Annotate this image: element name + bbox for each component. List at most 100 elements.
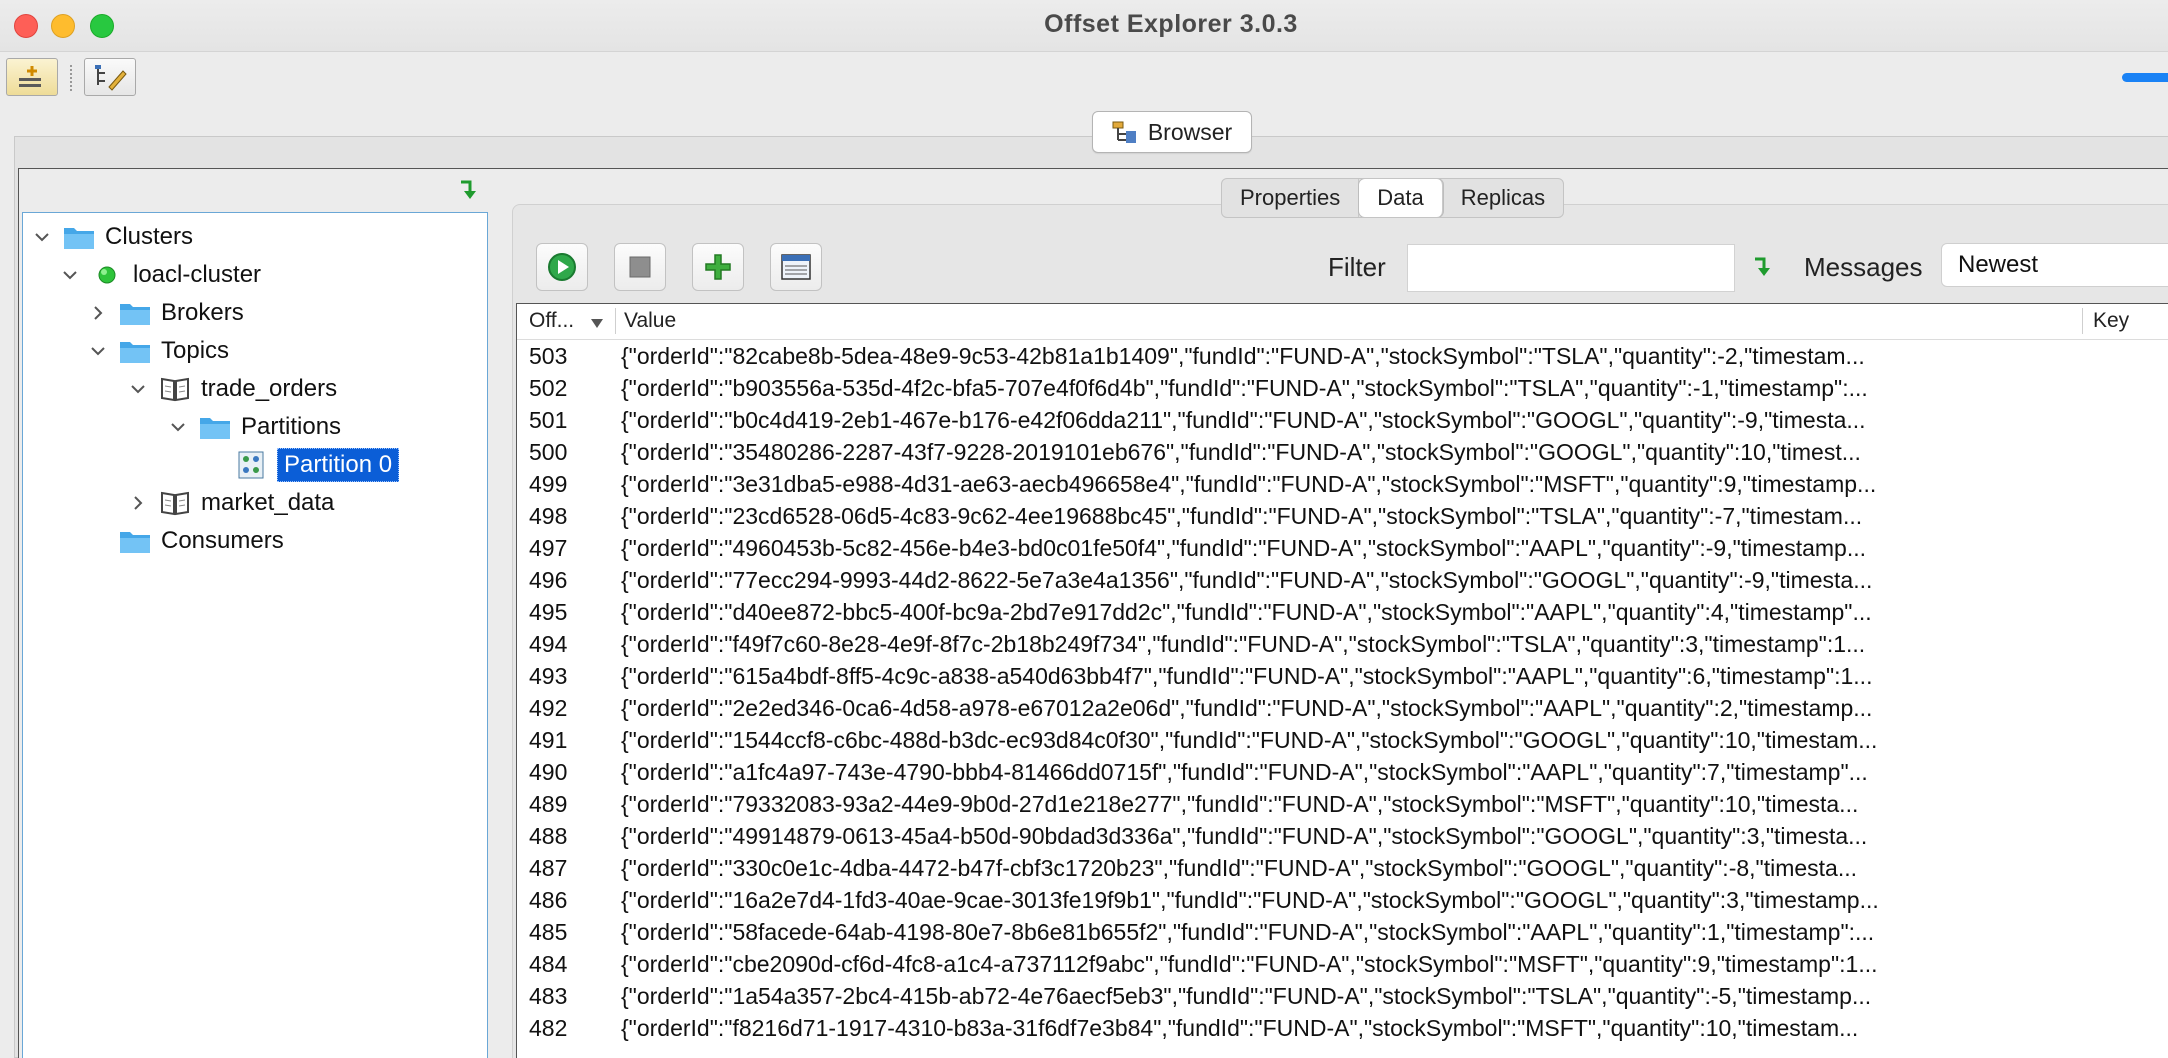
messages-label: Messages [1804, 252, 1923, 282]
add-cluster-icon [19, 66, 41, 87]
chevron-right-icon[interactable] [87, 302, 109, 324]
main-toolbar [0, 53, 2168, 103]
play-icon [548, 253, 576, 281]
column-divider[interactable] [615, 308, 616, 334]
value-cell: {"orderId":"d40ee872-bbc5-400f-bc9a-2bd7… [621, 599, 1872, 625]
tree-label: loacl-cluster [133, 261, 262, 288]
chevron-down-icon[interactable] [167, 416, 189, 438]
table-row[interactable]: 500 {"orderId":"35480286-2287-43f7-9228-2… [517, 436, 2168, 468]
tree-label: Brokers [161, 299, 244, 326]
value-cell: {"orderId":"16a2e7d4-1fd3-40ae-9cae-3013… [621, 887, 1879, 913]
folder-icon [199, 413, 231, 441]
value-cell: {"orderId":"615a4bdf-8ff5-4c9c-a838-a540… [621, 663, 1873, 689]
chevron-down-icon[interactable] [127, 378, 149, 400]
tree-node-topics[interactable]: Topics [87, 333, 229, 369]
edit-tree-icon [95, 65, 127, 91]
table-row[interactable]: 485 {"orderId":"58facede-64ab-4198-80e7-8… [517, 916, 2168, 948]
filter-label: Filter [1328, 252, 1386, 282]
message-view-button[interactable] [770, 243, 822, 291]
tree-node-cluster[interactable]: loacl-cluster [59, 257, 261, 293]
column-divider[interactable] [2082, 308, 2083, 334]
chevron-down-icon[interactable] [59, 264, 81, 286]
tree-node-brokers[interactable]: Brokers [87, 295, 244, 331]
stop-icon [629, 256, 651, 278]
refresh-tree-arrow-icon[interactable] [456, 178, 482, 204]
table-row[interactable]: 490 {"orderId":"a1fc4a97-743e-4790-bbb4-8… [517, 756, 2168, 788]
table-row[interactable]: 495 {"orderId":"d40ee872-bbc5-400f-bc9a-2… [517, 596, 2168, 628]
table-row[interactable]: 491 {"orderId":"1544ccf8-c6bc-488d-b3dc-e… [517, 724, 2168, 756]
value-cell: {"orderId":"1544ccf8-c6bc-488d-b3dc-ec93… [621, 727, 1878, 753]
offset-cell: 494 [529, 631, 568, 657]
table-row[interactable]: 503 {"orderId":"82cabe8b-5dea-48e9-9c53-4… [517, 340, 2168, 372]
table-row[interactable]: 488 {"orderId":"49914879-0613-45a4-b50d-9… [517, 820, 2168, 852]
offset-cell: 486 [529, 887, 568, 913]
offset-cell: 492 [529, 695, 568, 721]
value-cell: {"orderId":"f49f7c60-8e28-4e9f-8f7c-2b18… [621, 631, 1866, 657]
browser-button[interactable]: Browser [1092, 111, 1252, 153]
table-row[interactable]: 493 {"orderId":"615a4bdf-8ff5-4c9c-a838-a… [517, 660, 2168, 692]
column-header-offset[interactable]: Off... [529, 309, 589, 333]
messages-select[interactable]: Newest [1941, 243, 2168, 287]
stop-button[interactable] [614, 243, 666, 291]
table-row[interactable]: 486 {"orderId":"16a2e7d4-1fd3-40ae-9cae-3… [517, 884, 2168, 916]
offset-cell: 501 [529, 407, 568, 433]
offset-cell: 495 [529, 599, 568, 625]
table-row[interactable]: 484 {"orderId":"cbe2090d-cf6d-4fc8-a1c4-a… [517, 948, 2168, 980]
offset-cell: 503 [529, 343, 568, 369]
table-row[interactable]: 487 {"orderId":"330c0e1c-4dba-4472-b47f-c… [517, 852, 2168, 884]
tree-label: market_data [201, 489, 335, 516]
tree-node-topic-market-data[interactable]: market_data [127, 485, 334, 521]
apply-filter-arrow-icon[interactable] [1750, 255, 1776, 281]
tab-properties[interactable]: Properties [1222, 179, 1360, 217]
tree-label: Partitions [241, 413, 342, 440]
table-row[interactable]: 498 {"orderId":"23cd6528-06d5-4c83-9c62-4… [517, 500, 2168, 532]
chevron-right-icon[interactable] [127, 492, 149, 514]
chevron-down-icon[interactable] [31, 226, 53, 248]
tree-label: Consumers [161, 527, 284, 554]
sort-descending-icon[interactable] [590, 316, 604, 330]
table-row[interactable]: 494 {"orderId":"f49f7c60-8e28-4e9f-8f7c-2… [517, 628, 2168, 660]
add-cluster-button[interactable] [6, 58, 58, 96]
offset-cell: 482 [529, 1015, 568, 1041]
toolbar-separator [70, 65, 72, 91]
column-header-value[interactable]: Value [624, 309, 676, 333]
value-cell: {"orderId":"35480286-2287-43f7-9228-2019… [621, 439, 1861, 465]
progress-indicator [2122, 73, 2168, 82]
table-row[interactable]: 482 {"orderId":"f8216d71-1917-4310-b83a-3… [517, 1012, 2168, 1044]
browser-button-label: Browser [1147, 118, 1233, 145]
offset-cell: 490 [529, 759, 568, 785]
chevron-down-icon[interactable] [87, 340, 109, 362]
table-row[interactable]: 489 {"orderId":"79332083-93a2-44e9-9b0d-2… [517, 788, 2168, 820]
filter-input[interactable] [1407, 244, 1735, 292]
offset-cell: 500 [529, 439, 568, 465]
partition-icon [235, 451, 267, 479]
column-header-key[interactable]: Key [2093, 309, 2129, 333]
table-row[interactable]: 496 {"orderId":"77ecc294-9993-44d2-8622-5… [517, 564, 2168, 596]
tree-label: trade_orders [201, 375, 338, 402]
table-row[interactable]: 502 {"orderId":"b903556a-535d-4f2c-bfa5-7… [517, 372, 2168, 404]
value-cell: {"orderId":"58facede-64ab-4198-80e7-8b6e… [621, 919, 1875, 945]
offset-cell: 502 [529, 375, 568, 401]
run-button[interactable] [536, 243, 588, 291]
tab-replicas[interactable]: Replicas [1443, 179, 1563, 217]
table-row[interactable]: 497 {"orderId":"4960453b-5c82-456e-b4e3-b… [517, 532, 2168, 564]
tree-label-selected: Partition 0 [277, 448, 400, 482]
title-bar: Offset Explorer 3.0.3 [0, 0, 2168, 52]
value-cell: {"orderId":"1a54a357-2bc4-415b-ab72-4e76… [621, 983, 1872, 1009]
table-row[interactable]: 501 {"orderId":"b0c4d419-2eb1-467e-b176-e… [517, 404, 2168, 436]
table-row[interactable]: 483 {"orderId":"1a54a357-2bc4-415b-ab72-4… [517, 980, 2168, 1012]
table-row[interactable]: 499 {"orderId":"3e31dba5-e988-4d31-ae63-a… [517, 468, 2168, 500]
tree-node-partitions[interactable]: Partitions [167, 409, 341, 445]
add-message-button[interactable] [692, 243, 744, 291]
tree-node-consumers[interactable]: Consumers [119, 523, 284, 559]
tree-node-clusters[interactable]: Clusters [31, 219, 193, 255]
table-row[interactable]: 492 {"orderId":"2e2ed346-0ca6-4d58-a978-e… [517, 692, 2168, 724]
edit-tree-button[interactable] [84, 58, 136, 96]
offset-cell: 491 [529, 727, 568, 753]
tree-label: Topics [161, 337, 230, 364]
tree-node-topic-trade-orders[interactable]: trade_orders [127, 371, 337, 407]
tab-data[interactable]: Data [1359, 179, 1443, 217]
tree-node-partition-0[interactable]: Partition 0 [235, 447, 400, 483]
folder-icon [119, 299, 151, 327]
folder-icon [63, 223, 95, 251]
